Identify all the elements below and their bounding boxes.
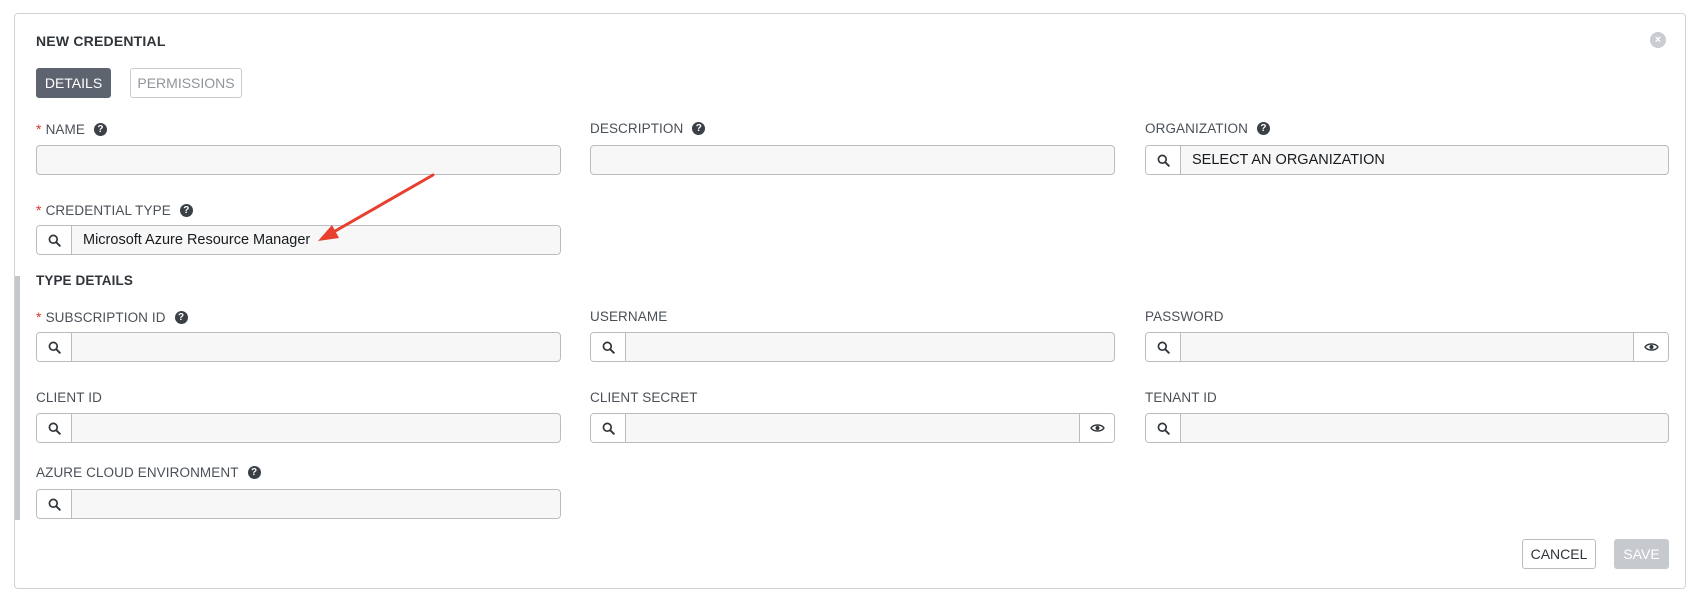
question-circle-icon[interactable]: ? bbox=[692, 122, 706, 135]
question-circle-icon[interactable]: ? bbox=[179, 203, 193, 217]
type-details-section-bar bbox=[15, 276, 20, 520]
username-label: USERNAME bbox=[590, 309, 668, 324]
password-label: PASSWORD bbox=[1145, 309, 1224, 324]
required-marker: * bbox=[36, 309, 42, 325]
eye-icon[interactable] bbox=[1633, 333, 1668, 361]
question-circle-icon[interactable]: ? bbox=[93, 122, 107, 136]
client-secret-input[interactable] bbox=[590, 413, 1115, 443]
username-input[interactable] bbox=[590, 332, 1115, 362]
organization-label: ORGANIZATION ? bbox=[1145, 121, 1270, 136]
client-secret-label: CLIENT SECRET bbox=[590, 390, 698, 405]
password-input[interactable] bbox=[1145, 332, 1669, 362]
search-icon[interactable] bbox=[1146, 333, 1181, 361]
search-icon[interactable] bbox=[1146, 414, 1181, 442]
tenant-id-input[interactable] bbox=[1145, 413, 1669, 443]
client-id-input[interactable] bbox=[36, 413, 561, 443]
description-label: DESCRIPTION ? bbox=[590, 121, 706, 136]
eye-icon[interactable] bbox=[1079, 414, 1114, 442]
required-marker: * bbox=[36, 202, 42, 218]
description-input[interactable] bbox=[590, 145, 1115, 175]
question-circle-icon[interactable]: ? bbox=[174, 310, 188, 324]
search-icon[interactable] bbox=[37, 226, 72, 254]
type-details-title: TYPE DETAILS bbox=[36, 273, 133, 288]
cancel-button[interactable]: CANCEL bbox=[1522, 539, 1596, 569]
name-input[interactable] bbox=[36, 145, 561, 175]
credential-type-lookup[interactable]: Microsoft Azure Resource Manager bbox=[36, 225, 561, 255]
search-icon[interactable] bbox=[37, 490, 72, 518]
search-icon[interactable] bbox=[591, 414, 626, 442]
question-circle-icon[interactable]: ? bbox=[1256, 122, 1270, 135]
azure-cloud-environment-label: AZURE CLOUD ENVIRONMENT ? bbox=[36, 465, 261, 480]
page-title: NEW CREDENTIAL bbox=[36, 33, 166, 49]
organization-lookup[interactable]: SELECT AN ORGANIZATION bbox=[1145, 145, 1669, 175]
tenant-id-label: TENANT ID bbox=[1145, 390, 1217, 405]
tab-details[interactable]: DETAILS bbox=[36, 68, 111, 98]
question-circle-icon[interactable]: ? bbox=[247, 466, 261, 479]
name-label: * NAME ? bbox=[36, 121, 107, 137]
save-button[interactable]: SAVE bbox=[1614, 539, 1669, 569]
tab-permissions[interactable]: PERMISSIONS bbox=[130, 68, 242, 98]
search-icon[interactable] bbox=[37, 414, 72, 442]
required-marker: * bbox=[36, 121, 42, 137]
client-id-label: CLIENT ID bbox=[36, 390, 102, 405]
subscription-id-label: * SUBSCRIPTION ID ? bbox=[36, 309, 188, 325]
search-icon[interactable] bbox=[37, 333, 72, 361]
subscription-id-input[interactable] bbox=[36, 332, 561, 362]
organization-value: SELECT AN ORGANIZATION bbox=[1192, 152, 1385, 168]
azure-cloud-environment-input[interactable] bbox=[36, 489, 561, 519]
close-icon[interactable]: × bbox=[1650, 32, 1666, 48]
search-icon[interactable] bbox=[591, 333, 626, 361]
credential-type-label: * CREDENTIAL TYPE ? bbox=[36, 202, 193, 218]
search-icon[interactable] bbox=[1146, 146, 1181, 174]
credential-type-value: Microsoft Azure Resource Manager bbox=[83, 232, 311, 248]
